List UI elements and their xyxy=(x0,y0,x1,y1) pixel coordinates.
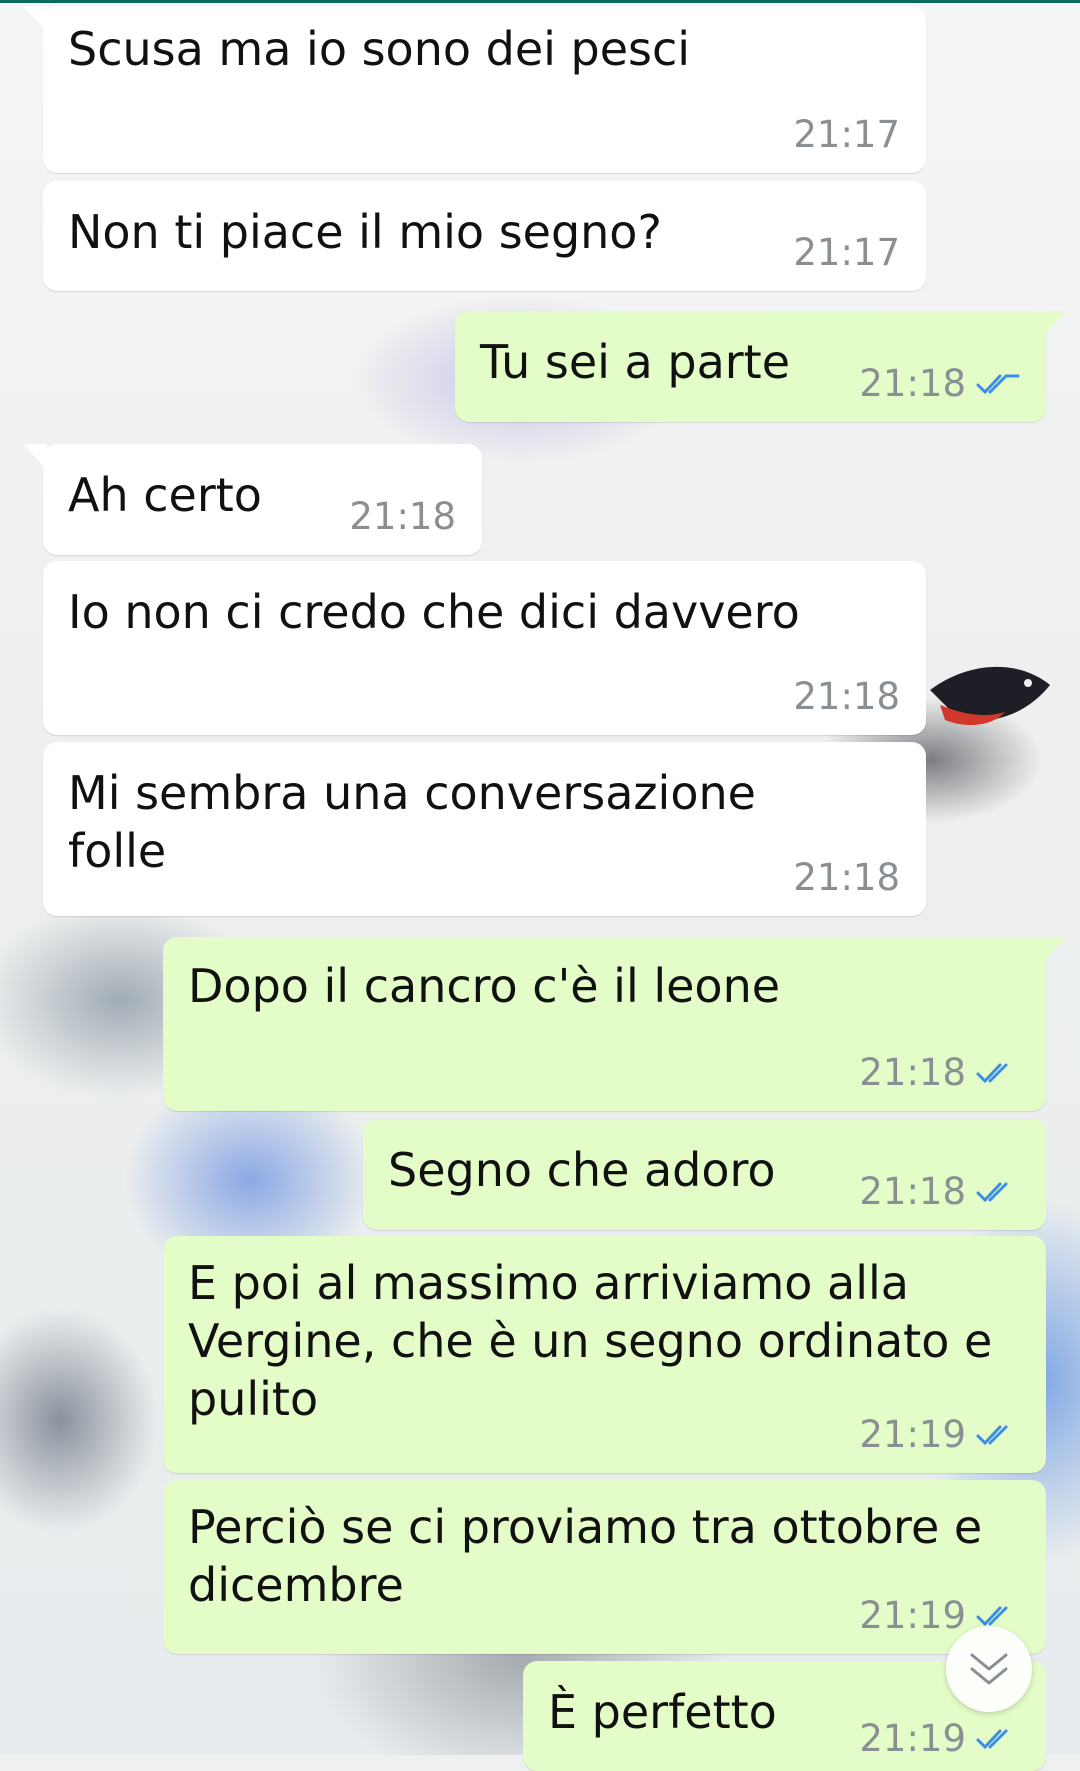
double-check-icon xyxy=(976,1606,1008,1627)
double-check-icon xyxy=(976,374,1020,395)
message-time: 21:19 xyxy=(859,1594,966,1637)
message-bubble-outgoing[interactable]: Segno che adoro 21:18 xyxy=(363,1119,1046,1230)
message-time: 21:18 xyxy=(793,856,900,899)
message-bubble-incoming[interactable]: Io non ci credo che dici davvero 21:18 xyxy=(43,561,926,735)
top-bar-edge xyxy=(0,0,1080,3)
message-bubble-incoming[interactable]: Non ti piace il mio segno? 21:17 xyxy=(43,181,926,291)
message-meta: 21:18 xyxy=(859,1053,1020,1093)
message-meta: 21:19 xyxy=(859,1415,1020,1455)
message-time: 21:19 xyxy=(859,1717,966,1760)
message-text: Mi sembra una conversazione folle xyxy=(68,766,756,878)
message-bubble-incoming[interactable]: Ah certo 21:18 xyxy=(23,444,482,555)
message-bubble-incoming[interactable]: Mi sembra una conversazione folle 21:18 xyxy=(43,742,926,916)
chevron-double-down-icon xyxy=(970,1653,1008,1685)
message-time: 21:18 xyxy=(859,1170,966,1213)
message-time: 21:18 xyxy=(859,362,966,405)
message-text: E poi al massimo arriviamo alla Vergine,… xyxy=(188,1256,993,1426)
message-bubble-outgoing[interactable]: Perciò se ci proviamo tra ottobre e dice… xyxy=(163,1480,1046,1654)
message-text: Non ti piace il mio segno? xyxy=(68,205,662,259)
double-check-icon xyxy=(976,1182,1008,1203)
message-time: 21:18 xyxy=(859,1051,966,1094)
message-meta: 21:18 xyxy=(349,497,456,537)
double-check-icon xyxy=(976,1729,1008,1750)
message-time: 21:18 xyxy=(349,495,456,538)
message-meta: 21:17 xyxy=(793,233,900,273)
message-bubble-outgoing[interactable]: Dopo il cancro c'è il leone 21:18 xyxy=(163,937,1066,1111)
message-time: 21:17 xyxy=(793,231,900,274)
message-text: Dopo il cancro c'è il leone xyxy=(188,959,781,1013)
message-time: 21:17 xyxy=(793,113,900,156)
message-time: 21:19 xyxy=(859,1413,966,1456)
message-text: Io non ci credo che dici davvero xyxy=(68,585,800,639)
message-text: Scusa ma io sono dei pesci xyxy=(68,22,691,76)
message-bubble-outgoing[interactable]: E poi al massimo arriviamo alla Vergine,… xyxy=(163,1236,1046,1473)
message-bubble-outgoing[interactable]: Tu sei a parte 21:18 xyxy=(455,311,1066,422)
double-check-icon xyxy=(976,1425,1008,1446)
message-time: 21:18 xyxy=(793,675,900,718)
double-check-icon xyxy=(976,1063,1008,1084)
message-meta: 21:18 xyxy=(859,1172,1020,1212)
scroll-to-bottom-button[interactable] xyxy=(946,1626,1032,1712)
message-meta: 21:17 xyxy=(793,115,900,155)
message-meta: 21:19 xyxy=(859,1719,1020,1759)
bird-illustration xyxy=(930,666,1050,726)
message-meta: 21:18 xyxy=(793,677,900,717)
message-meta: 21:18 xyxy=(793,858,900,898)
message-meta: 21:18 xyxy=(859,364,1020,404)
message-bubble-incoming[interactable]: Scusa ma io sono dei pesci 21:17 xyxy=(23,6,926,173)
